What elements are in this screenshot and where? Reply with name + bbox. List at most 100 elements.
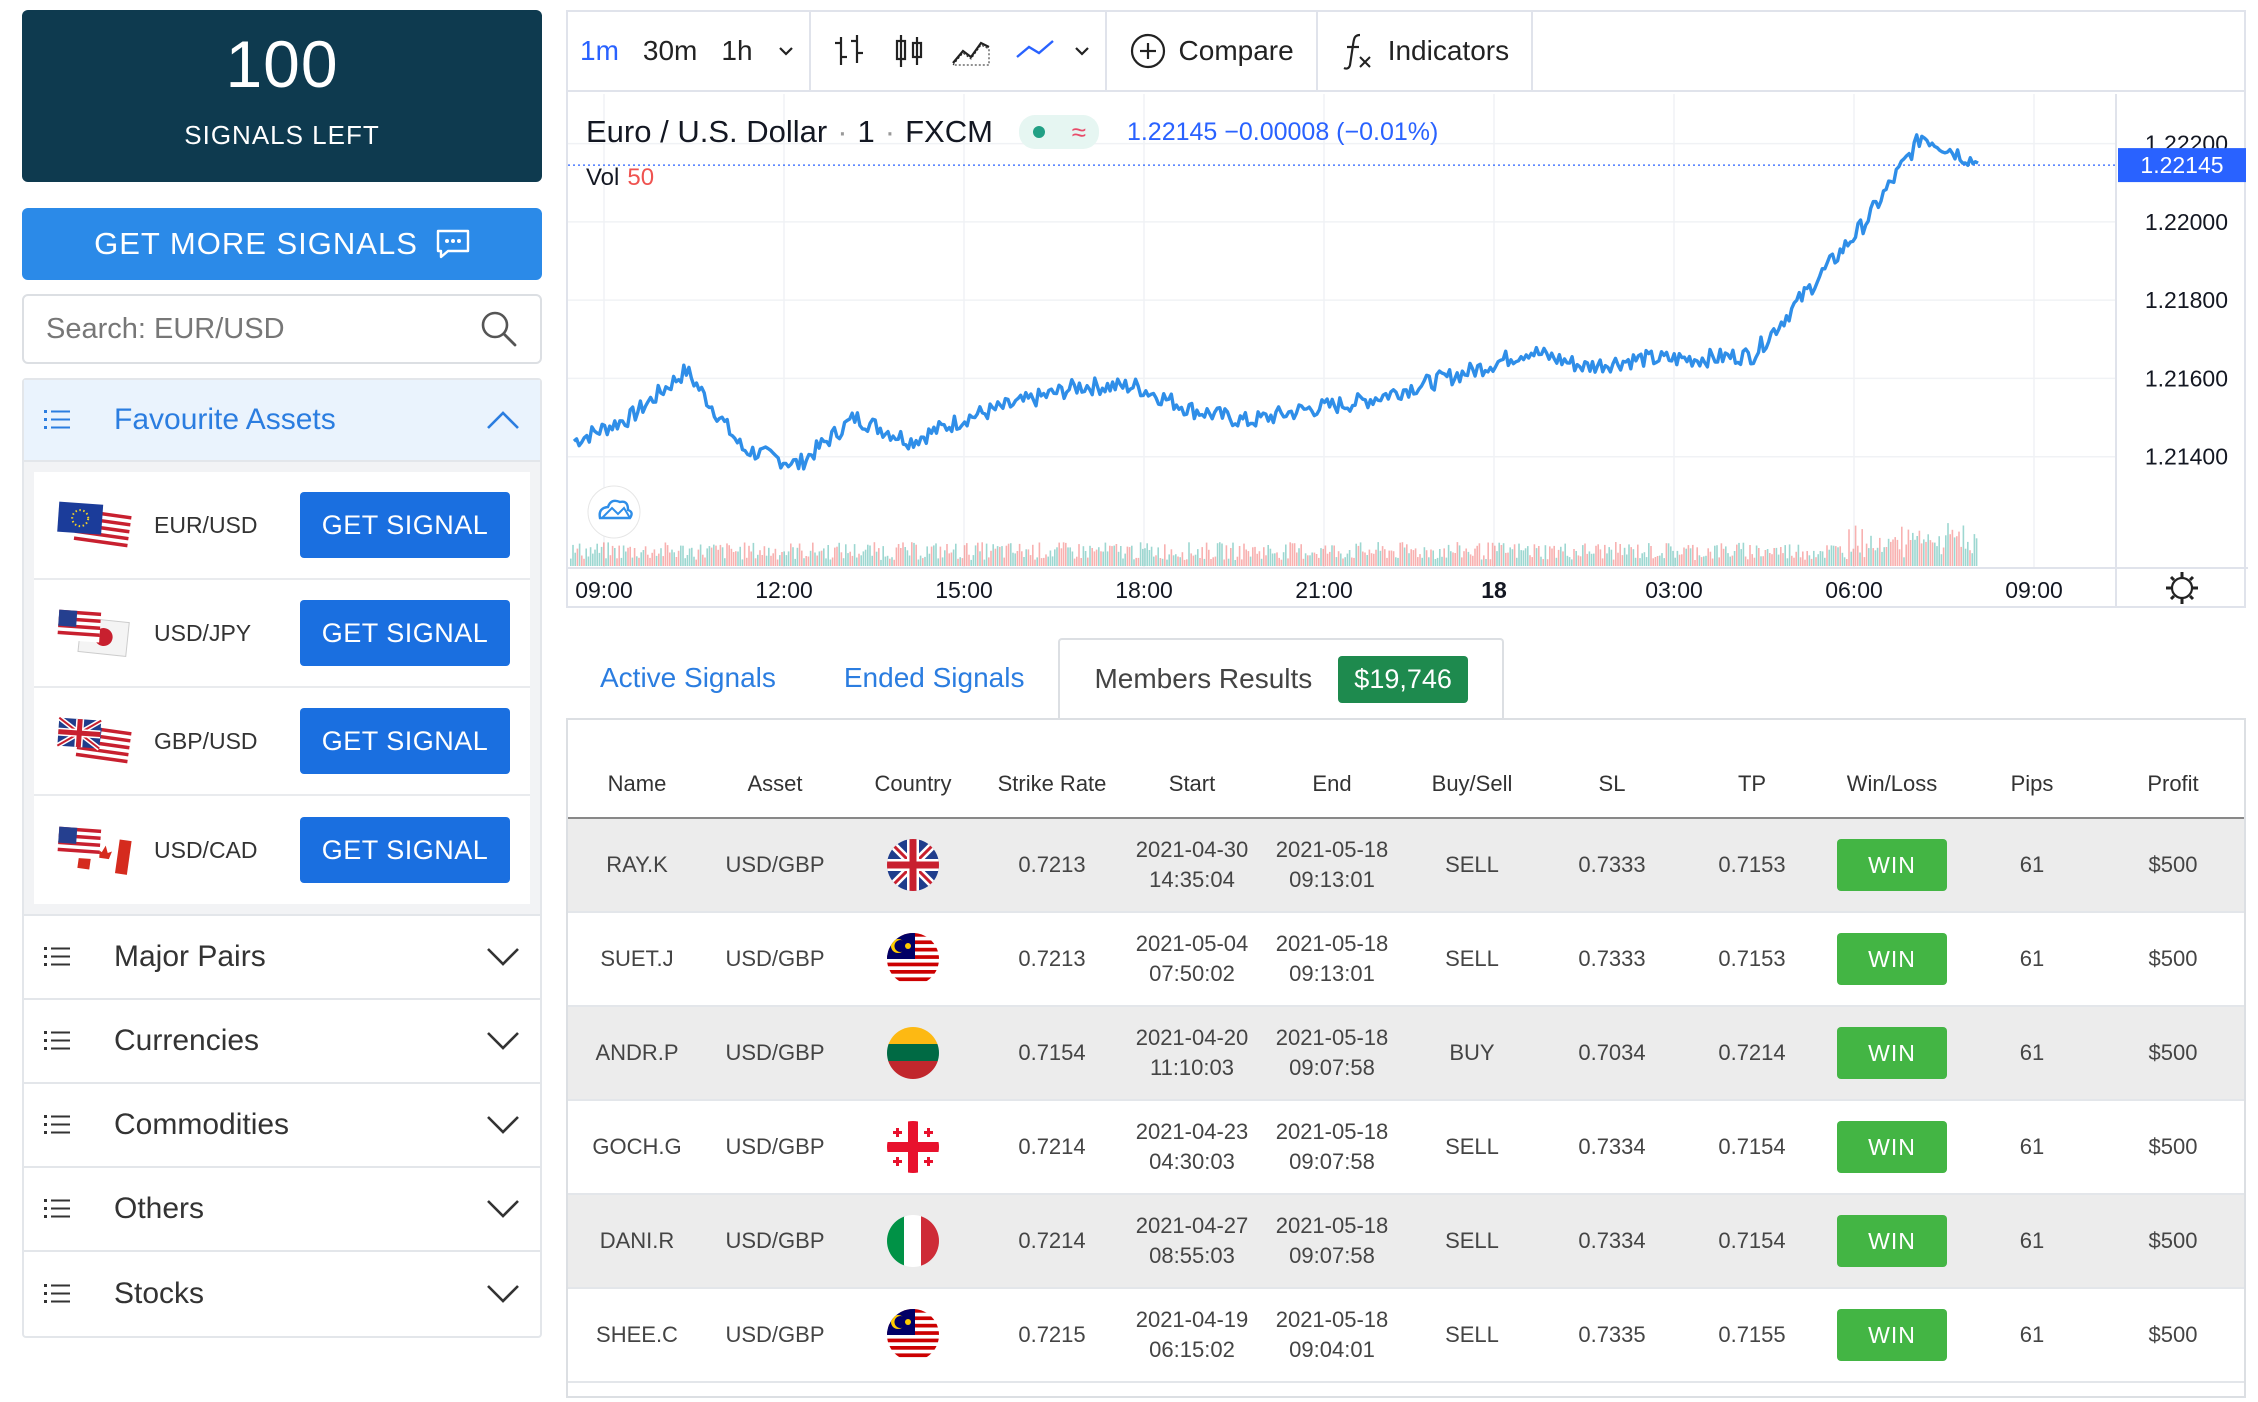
volume-bar [809, 550, 812, 566]
volume-bar [1049, 550, 1052, 566]
get-signal-button[interactable]: GET SIGNAL [300, 708, 510, 774]
members-results-label: Members Results [1094, 663, 1313, 694]
volume-bar [1956, 536, 1958, 566]
volume-bar [1593, 553, 1595, 566]
volume-bar [693, 556, 695, 566]
volume-bar [974, 545, 977, 566]
chevron-down-icon[interactable] [486, 1031, 520, 1051]
volume-bar [1738, 542, 1740, 566]
volume-bar [585, 548, 587, 566]
timeframe-1m[interactable]: 1m [568, 35, 631, 67]
volume-bar [1076, 556, 1078, 566]
volume-bar [1507, 552, 1509, 566]
volume-bar [1619, 544, 1621, 566]
end-time: 09:07:58 [1289, 1149, 1375, 1174]
volume-bar [1412, 550, 1415, 566]
volume-bar [1509, 547, 1511, 566]
chevron-down-icon[interactable] [771, 41, 801, 61]
column-header: Country [844, 720, 982, 819]
tab-active-signals[interactable]: Active Signals [566, 638, 810, 718]
bars-chart-icon[interactable] [829, 31, 869, 71]
volume-bar [1263, 547, 1265, 566]
category-major-pairs[interactable]: Major Pairs [24, 916, 540, 1000]
symbol-name: Euro / U.S. Dollar [586, 114, 828, 149]
volume-bar [1351, 557, 1353, 566]
time-tick-label: 15:00 [935, 577, 993, 603]
volume-bar [1524, 548, 1527, 566]
category-commodities[interactable]: Commodities [24, 1084, 540, 1168]
volume-bar [1192, 555, 1195, 566]
chevron-down-icon[interactable] [486, 947, 520, 967]
compare-button[interactable]: Compare [1115, 32, 1308, 70]
candles-chart-icon[interactable] [889, 31, 929, 71]
chevron-down-icon[interactable] [1067, 41, 1097, 61]
volume-bar [1769, 553, 1771, 566]
get-more-signals-button[interactable]: GET MORE SIGNALS [22, 208, 542, 280]
volume-bar [1813, 550, 1815, 566]
volume-bar [1322, 548, 1324, 566]
chevron-up-icon[interactable] [486, 410, 520, 430]
line-chart-icon[interactable] [1013, 31, 1057, 71]
volume-bar [816, 555, 818, 566]
cell-buy-sell: SELL [1402, 1100, 1542, 1195]
favourite-assets-header[interactable]: Favourite Assets [24, 380, 540, 462]
chevron-down-icon[interactable] [486, 1199, 520, 1219]
volume-bar [1870, 535, 1872, 566]
price-chart[interactable]: 1.222001.220001.218001.216001.21400 1.22… [568, 94, 2248, 608]
volume-bar [594, 549, 596, 566]
volume-bar [1025, 549, 1027, 566]
chevron-down-icon[interactable] [486, 1284, 520, 1304]
volume-bar [1236, 556, 1239, 566]
volume-bar [629, 546, 631, 566]
volume-bar [1337, 551, 1340, 566]
search-icon[interactable] [480, 310, 518, 348]
volume-bar [1815, 557, 1817, 566]
tab-ended-signals[interactable]: Ended Signals [810, 638, 1059, 718]
volume-bar [1408, 553, 1410, 566]
volume-bar [948, 553, 950, 566]
toolbar-divider [808, 11, 811, 91]
volume-bar [1386, 557, 1388, 566]
volume-bar [807, 556, 810, 566]
get-signal-button[interactable]: GET SIGNAL [300, 492, 510, 558]
volume-bar [570, 558, 572, 566]
volume-bar [1232, 542, 1234, 566]
search-input[interactable] [46, 312, 480, 346]
signals-label: SIGNALS LEFT [184, 120, 380, 150]
market-status-badge[interactable]: ≈ [1018, 115, 1099, 149]
volume-bar [702, 554, 704, 566]
volume-bar [831, 557, 834, 566]
volume-bar [1711, 558, 1714, 566]
volume-bar [1773, 548, 1775, 566]
volume-bar [1685, 548, 1687, 566]
cell-pips: 61 [1962, 1194, 2102, 1289]
get-signal-button[interactable]: GET SIGNAL [300, 817, 510, 883]
volume-bar [779, 555, 781, 566]
volume-bar [1784, 545, 1786, 566]
chart-canvas[interactable]: 1.22200 1.22000 1.21800 1.21600 1.21400 1.22… [568, 94, 2248, 608]
category-currencies[interactable]: Currencies [24, 1000, 540, 1084]
indicators-button[interactable]: Indicators [1326, 31, 1523, 71]
chevron-down-icon[interactable] [486, 1115, 520, 1135]
category-stocks[interactable]: Stocks [24, 1252, 540, 1336]
category-others[interactable]: Others [24, 1168, 540, 1252]
volume-bar [1549, 546, 1551, 566]
volume-bar [1590, 553, 1593, 566]
volume-bar [1282, 552, 1285, 566]
volume-bar [1861, 529, 1863, 566]
volume-bar [878, 548, 880, 566]
get-signal-button[interactable]: GET SIGNAL [300, 600, 510, 666]
volume-bar [1720, 543, 1723, 566]
get-more-signals-label: GET MORE SIGNALS [94, 226, 418, 261]
price-tick-label: 1.21800 [2145, 287, 2228, 313]
timeframe-30m[interactable]: 30m [631, 35, 709, 67]
volume-bar [1148, 550, 1151, 566]
end-time: 09:13:01 [1289, 961, 1375, 986]
cell-strike-rate: 0.7214 [982, 1100, 1122, 1195]
tab-members-results[interactable]: Members Results $19,746 [1058, 638, 1504, 718]
area-chart-icon[interactable] [949, 31, 993, 71]
volume-bar [1401, 542, 1404, 566]
table-row: ANDR.P USD/GBP 0.7154 2021-04-20 11:10:03 202… [568, 1006, 2244, 1101]
timeframe-1h[interactable]: 1h [709, 35, 764, 67]
volume-bar [1247, 551, 1250, 566]
